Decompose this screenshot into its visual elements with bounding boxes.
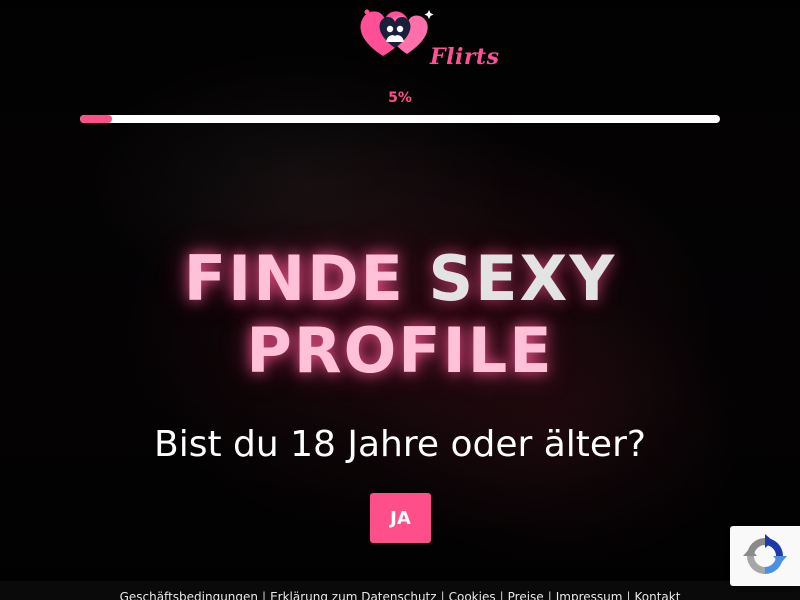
footer-link-terms[interactable]: Geschäftsbedingungen: [120, 590, 258, 600]
footer-links: Geschäftsbedingungen | Erklärung zum Daten…: [0, 581, 800, 600]
headline-word-finde: FINDE: [183, 242, 405, 315]
landing-page: Flirts 5% FINDE SEXY PROFILE Bist du 18 …: [0, 0, 800, 600]
progress-bar-fill: [80, 115, 112, 123]
recaptcha-icon: [743, 534, 787, 574]
footer-link-privacy[interactable]: Erklärung zum Datenschutz: [270, 590, 437, 600]
headline-word-profile: PROFILE: [246, 314, 554, 387]
footer-link-prices[interactable]: Preise: [508, 590, 544, 600]
recaptcha-badge[interactable]: [730, 526, 800, 586]
progress-bar: [80, 115, 720, 123]
footer-separator: |: [499, 590, 504, 600]
progress-percent-label: 5%: [388, 90, 412, 106]
headline-word-sexy: SEXY: [428, 242, 617, 315]
footer-link-cookies[interactable]: Cookies: [449, 590, 496, 600]
footer-separator: |: [547, 590, 552, 600]
headline: FINDE SEXY PROFILE: [0, 243, 800, 387]
footer-separator: |: [440, 590, 445, 600]
footer-link-contact[interactable]: Kontakt: [634, 590, 680, 600]
footer-link-imprint[interactable]: Impressum: [556, 590, 623, 600]
footer-separator: |: [262, 590, 267, 600]
footer-separator: |: [626, 590, 631, 600]
age-question: Bist du 18 Jahre oder älter?: [154, 424, 646, 465]
yes-button[interactable]: JA: [370, 493, 431, 543]
brand-name: Flirts: [430, 44, 500, 70]
